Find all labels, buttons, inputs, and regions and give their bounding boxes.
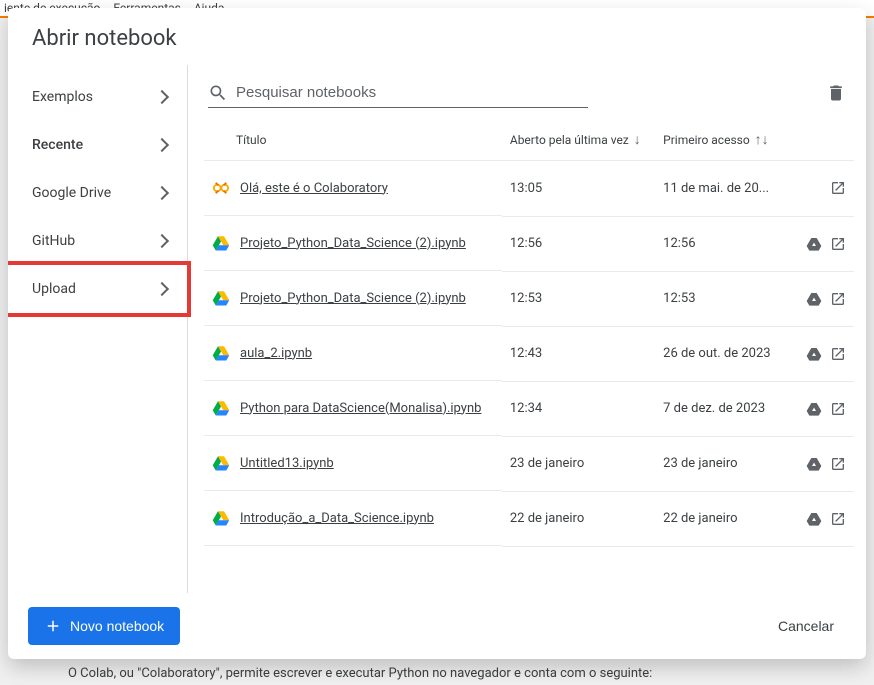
first-access-cell: 23 de janeiro (655, 436, 784, 491)
notebook-table-wrap[interactable]: Título Aberto pela última vez ↓ Primeiro… (204, 119, 854, 593)
last-opened-cell: 12:56 (502, 216, 655, 271)
actions-cell (784, 381, 854, 436)
dialog-footer: Novo notebook Cancelar (8, 593, 866, 659)
first-access-cell: 7 de dez. de 2023 (655, 381, 784, 436)
chevron-right-icon (155, 234, 169, 248)
column-last-opened[interactable]: Aberto pela última vez ↓ (502, 119, 655, 161)
open-new-tab-icon[interactable] (830, 346, 846, 362)
first-access-cell: 26 de out. de 2023 (655, 326, 784, 381)
drive-icon (212, 234, 230, 252)
table-row[interactable]: Projeto_Python_Data_Science (2).ipynb 12:… (204, 271, 854, 326)
open-in-drive-icon[interactable] (806, 291, 822, 307)
sidebar-item-github[interactable]: GitHub (8, 217, 187, 265)
open-new-tab-icon[interactable] (830, 236, 846, 252)
last-opened-cell: 23 de janeiro (502, 436, 655, 491)
open-in-drive-icon[interactable] (806, 456, 822, 472)
chevron-right-icon (155, 282, 169, 296)
search-box (208, 83, 588, 108)
open-in-drive-icon[interactable] (806, 401, 822, 417)
sidebar-item-examples[interactable]: Exemplos (8, 73, 187, 121)
actions-cell (784, 491, 854, 546)
new-notebook-button[interactable]: Novo notebook (28, 607, 180, 645)
sidebar: Exemplos Recente Google Drive GitHub Upl… (8, 65, 188, 593)
sidebar-item-upload[interactable]: Upload (8, 261, 191, 317)
actions-cell (784, 216, 854, 271)
delete-button[interactable] (822, 79, 850, 111)
first-access-cell: 12:56 (655, 216, 784, 271)
first-access-cell: 22 de janeiro (655, 491, 784, 546)
plus-icon (44, 617, 62, 635)
open-in-drive-icon[interactable] (806, 346, 822, 362)
chevron-right-icon (155, 138, 169, 152)
column-label: Aberto pela última vez (510, 133, 629, 147)
open-new-tab-icon[interactable] (830, 291, 846, 307)
open-in-drive-icon[interactable] (806, 511, 822, 527)
drive-icon (212, 399, 230, 417)
last-opened-cell: 12:34 (502, 381, 655, 436)
open-new-tab-icon[interactable] (830, 456, 846, 472)
sidebar-item-label: Upload (32, 281, 76, 297)
actions-cell (784, 436, 854, 491)
sidebar-item-label: GitHub (32, 233, 75, 249)
trash-icon (826, 83, 846, 103)
sidebar-item-label: Recente (32, 137, 83, 153)
sort-icon: ↑↓ (755, 132, 769, 148)
drive-icon (212, 289, 230, 307)
notebook-table: Título Aberto pela última vez ↓ Primeiro… (204, 119, 854, 547)
column-label: Primeiro acesso (663, 133, 750, 147)
table-row[interactable]: Untitled13.ipynb 23 de janeiro23 de janei… (204, 436, 854, 491)
new-notebook-label: Novo notebook (70, 618, 164, 634)
last-opened-cell: 12:53 (502, 271, 655, 326)
sidebar-item-label: Exemplos (32, 89, 93, 105)
chevron-right-icon (155, 90, 169, 104)
column-actions (784, 119, 854, 161)
notebook-link[interactable]: Projeto_Python_Data_Science (2).ipynb (240, 291, 466, 306)
content-area: Título Aberto pela última vez ↓ Primeiro… (188, 65, 866, 593)
column-title[interactable]: Título (204, 119, 502, 161)
table-row[interactable]: Olá, este é o Colaboratory 13:0511 de mai… (204, 161, 854, 217)
sidebar-item-recent[interactable]: Recente (8, 121, 187, 169)
notebook-link[interactable]: Python para DataScience(Monalisa).ipynb (240, 401, 481, 416)
open-notebook-dialog: Abrir notebook Exemplos Recente Google D… (8, 8, 866, 659)
actions-cell (784, 271, 854, 326)
notebook-link[interactable]: Projeto_Python_Data_Science (2).ipynb (240, 236, 466, 251)
open-new-tab-icon[interactable] (830, 511, 846, 527)
open-new-tab-icon[interactable] (830, 180, 846, 196)
sidebar-item-label: Google Drive (32, 185, 111, 201)
table-row[interactable]: Introdução_a_Data_Science.ipynb 22 de jan… (204, 491, 854, 546)
notebook-link[interactable]: aula_2.ipynb (240, 346, 312, 361)
drive-icon (212, 454, 230, 472)
colab-icon (212, 179, 230, 197)
last-opened-cell: 22 de janeiro (502, 491, 655, 546)
column-first-access[interactable]: Primeiro acesso ↑↓ (655, 119, 784, 161)
actions-cell (784, 161, 854, 217)
last-opened-cell: 12:43 (502, 326, 655, 381)
first-access-cell: 12:53 (655, 271, 784, 326)
notebook-link[interactable]: Untitled13.ipynb (240, 456, 334, 471)
actions-cell (784, 326, 854, 381)
search-input[interactable] (236, 84, 588, 101)
sort-desc-icon: ↓ (634, 132, 641, 148)
cancel-button[interactable]: Cancelar (766, 608, 846, 644)
open-new-tab-icon[interactable] (830, 401, 846, 417)
first-access-cell: 11 de mai. de 20... (655, 161, 784, 217)
notebook-link[interactable]: Introdução_a_Data_Science.ipynb (240, 511, 434, 526)
sidebar-item-google-drive[interactable]: Google Drive (8, 169, 187, 217)
open-in-drive-icon[interactable] (806, 236, 822, 252)
background-text: O Colab, ou "Colaboratory", permite escr… (68, 666, 652, 681)
notebook-link[interactable]: Olá, este é o Colaboratory (240, 181, 388, 196)
drive-icon (212, 344, 230, 362)
drive-icon (212, 509, 230, 527)
table-row[interactable]: Python para DataScience(Monalisa).ipynb 1… (204, 381, 854, 436)
search-icon (208, 83, 228, 103)
table-row[interactable]: aula_2.ipynb 12:4326 de out. de 2023 (204, 326, 854, 381)
table-row[interactable]: Projeto_Python_Data_Science (2).ipynb 12:… (204, 216, 854, 271)
dialog-title: Abrir notebook (8, 8, 866, 65)
chevron-right-icon (155, 186, 169, 200)
last-opened-cell: 13:05 (502, 161, 655, 217)
